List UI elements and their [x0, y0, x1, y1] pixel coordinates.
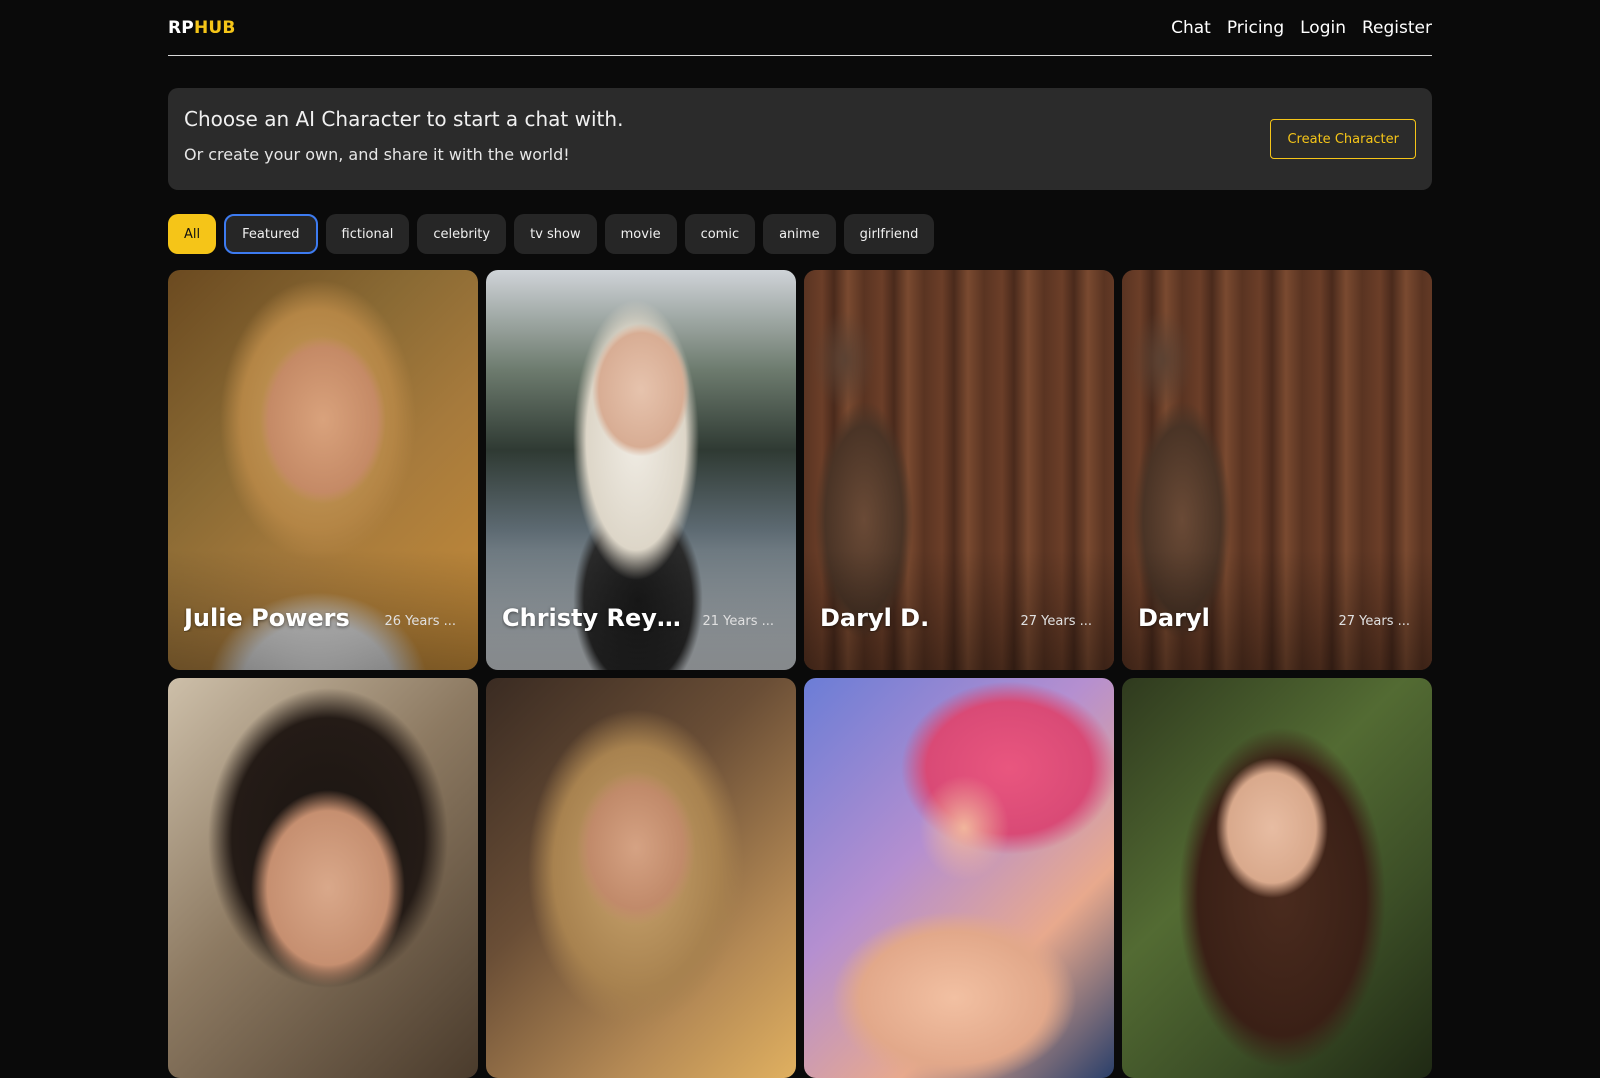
brand-logo[interactable]: RPHUB [168, 18, 236, 38]
filter-chip-tv-show[interactable]: tv show [514, 214, 597, 254]
character-name: Daryl [1138, 604, 1210, 632]
character-name: Julie Powers [184, 604, 350, 632]
character-portrait [486, 678, 796, 1078]
character-age: 26 Years ... [384, 614, 457, 629]
brand-logo-part2: HUB [193, 18, 236, 38]
filter-chip-movie[interactable]: movie [604, 214, 677, 254]
character-card[interactable] [486, 678, 796, 1078]
character-age: 27 Years ... [1338, 614, 1411, 629]
filter-chip-celebrity[interactable]: celebrity [417, 214, 507, 254]
character-portrait [168, 678, 478, 1078]
character-card[interactable] [1122, 678, 1432, 1078]
character-age: 21 Years ... [702, 614, 775, 629]
character-age: 27 Years ... [1020, 614, 1093, 629]
character-portrait [804, 678, 1114, 1078]
page: RPHUB Chat Pricing Login Register Choose… [168, 0, 1432, 1078]
filter-chip-fictional[interactable]: fictional [325, 214, 410, 254]
character-portrait [1122, 678, 1432, 1078]
character-card[interactable]: Daryl 27 Years ... [1122, 270, 1432, 670]
category-filter-bar: All Featured fictional celebrity tv show… [168, 214, 1432, 254]
filter-chip-all[interactable]: All [168, 214, 217, 254]
filter-chip-featured[interactable]: Featured [224, 214, 318, 254]
character-card[interactable]: Daryl D. 27 Years ... [804, 270, 1114, 670]
filter-chip-girlfriend[interactable]: girlfriend [843, 214, 935, 254]
nav-login-link[interactable]: Login [1300, 18, 1346, 38]
nav-chat-link[interactable]: Chat [1171, 18, 1211, 38]
filter-chip-comic[interactable]: comic [684, 214, 756, 254]
character-card[interactable] [168, 678, 478, 1078]
nav-links: Chat Pricing Login Register [1171, 18, 1432, 38]
nav-register-link[interactable]: Register [1362, 18, 1432, 38]
top-nav-bar: RPHUB Chat Pricing Login Register [168, 0, 1432, 56]
character-card[interactable]: Julie Powers 26 Years ... [168, 270, 478, 670]
character-card[interactable]: Christy Reynol... 21 Years ... [486, 270, 796, 670]
character-card[interactable] [804, 678, 1114, 1078]
hero-banner: Choose an AI Character to start a chat w… [168, 88, 1432, 190]
filter-chip-anime[interactable]: anime [763, 214, 836, 254]
character-name: Daryl D. [820, 604, 930, 632]
character-name: Christy Reynol... [502, 604, 692, 632]
create-character-button[interactable]: Create Character [1270, 119, 1416, 159]
character-grid: Julie Powers 26 Years ... Christy Reynol… [168, 270, 1432, 1078]
hero-subtitle: Or create your own, and share it with th… [184, 145, 570, 164]
brand-logo-part1: RP [168, 18, 194, 38]
nav-pricing-link[interactable]: Pricing [1227, 18, 1284, 38]
hero-title: Choose an AI Character to start a chat w… [184, 107, 624, 131]
